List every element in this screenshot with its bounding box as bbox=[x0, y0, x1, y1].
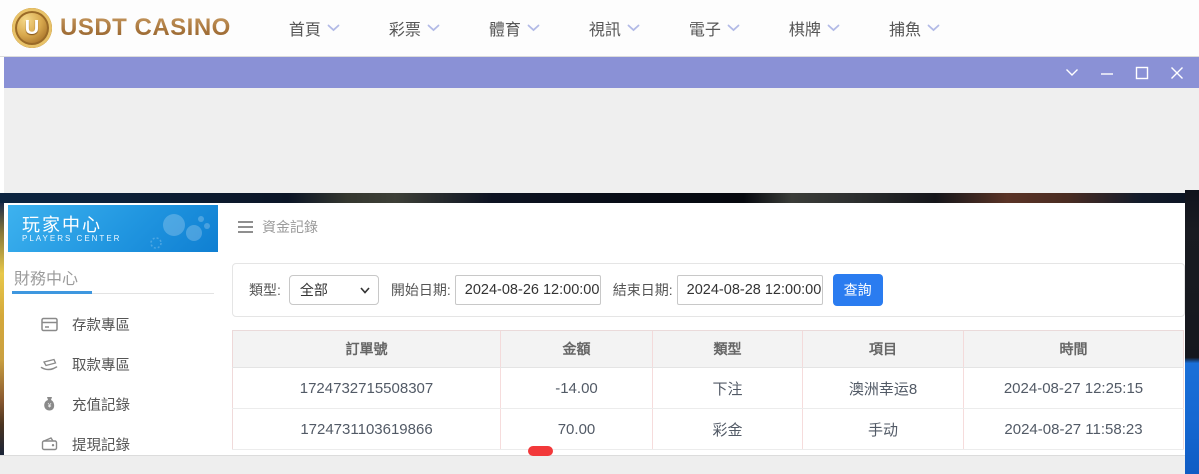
nav-item-label: 棋牌 bbox=[788, 22, 821, 39]
nav-item-live-video[interactable]: 視訊 bbox=[589, 16, 640, 40]
window-maximize-button[interactable] bbox=[1134, 65, 1150, 81]
sidebar-item-withdraw[interactable]: 取款專區 bbox=[4, 344, 218, 384]
table-row: 1724731103619866 70.00 彩金 手动 2024-08-27 … bbox=[232, 408, 1184, 450]
chevron-down-icon bbox=[527, 24, 540, 32]
breadcrumb: 資金記錄 bbox=[238, 217, 318, 237]
window-titlebar[interactable] bbox=[4, 57, 1199, 88]
fund-records-panel: 資金記錄 類型: 全部 開始日期: 2024-08-26 12:00:00 結束… bbox=[218, 203, 1185, 455]
chevron-down-icon bbox=[727, 24, 740, 32]
sidebar-item-label: 提現記錄 bbox=[72, 437, 130, 454]
nav-item-fishing[interactable]: 捕魚 bbox=[889, 16, 940, 40]
close-icon bbox=[1171, 66, 1183, 79]
chevron-down-icon bbox=[827, 24, 840, 32]
logo-text: USDT CASINO bbox=[60, 14, 231, 41]
game-controller-icon bbox=[150, 214, 210, 249]
deposit-card-icon bbox=[40, 317, 58, 332]
search-button[interactable]: 查詢 bbox=[832, 274, 883, 306]
nav-item-label: 視訊 bbox=[588, 22, 621, 39]
bottom-bar bbox=[0, 455, 1185, 474]
sidebar-item-label: 充值記錄 bbox=[72, 397, 130, 414]
nav-item-label: 彩票 bbox=[388, 22, 421, 39]
column-header-time: 時間 bbox=[963, 330, 1184, 368]
nav-item-label: 體育 bbox=[488, 22, 521, 39]
sidebar-item-recharge-records[interactable]: ¥ 充值記錄 bbox=[4, 384, 218, 424]
site-logo[interactable]: U USDT CASINO bbox=[12, 8, 231, 48]
cell-order: 1724731103619866 bbox=[232, 408, 501, 450]
players-center-banner: 玩家中心 PLAYERS CENTER bbox=[8, 205, 218, 252]
table-header-row: 訂單號 金額 類型 項目 時間 bbox=[232, 330, 1184, 368]
background-dark-strip bbox=[0, 193, 1199, 203]
table-row: 1724732715508307 -14.00 下注 澳洲幸运8 2024-08… bbox=[232, 367, 1184, 409]
cell-time: 2024-08-27 11:58:23 bbox=[963, 408, 1184, 450]
background-right-fragment bbox=[1185, 190, 1199, 474]
nav-item-sports[interactable]: 體育 bbox=[489, 16, 540, 40]
logo-coin-icon: U bbox=[12, 8, 52, 48]
chevron-down-icon bbox=[360, 286, 370, 294]
chevron-down-icon bbox=[427, 24, 440, 32]
cell-type: 彩金 bbox=[652, 408, 803, 450]
column-header-item: 項目 bbox=[802, 330, 964, 368]
window-minimize-button[interactable] bbox=[1099, 65, 1115, 81]
window-close-button[interactable] bbox=[1169, 65, 1185, 81]
main-menu: 首頁 彩票 體育 視訊 電子 棋牌 捕魚 bbox=[289, 16, 940, 40]
minimize-icon bbox=[1101, 72, 1113, 75]
nav-item-home[interactable]: 首頁 bbox=[289, 16, 340, 40]
nav-item-label: 捕魚 bbox=[888, 22, 921, 39]
filter-bar: 類型: 全部 開始日期: 2024-08-26 12:00:00 結束日期: 2… bbox=[232, 263, 1185, 317]
sidebar-item-deposit[interactable]: 存款專區 bbox=[4, 304, 218, 344]
cell-amount: 70.00 bbox=[500, 408, 653, 450]
start-date-value: 2024-08-26 12:00:00 bbox=[464, 282, 600, 298]
end-date-label: 結束日期: bbox=[612, 282, 673, 298]
start-date-label: 開始日期: bbox=[390, 282, 451, 298]
click-indicator bbox=[528, 446, 553, 456]
logo-coin-letter: U bbox=[24, 16, 40, 39]
players-center-sidebar: 玩家中心 PLAYERS CENTER 財務中心 存款專區 取款專區 ¥ 充值記… bbox=[4, 203, 218, 455]
menu-hamburger-icon[interactable] bbox=[238, 221, 253, 233]
chevron-down-icon bbox=[327, 24, 340, 32]
column-header-amount: 金額 bbox=[500, 330, 653, 368]
cell-item: 澳洲幸运8 bbox=[802, 367, 964, 409]
start-date-input[interactable]: 2024-08-26 12:00:00 bbox=[454, 275, 601, 305]
end-date-value: 2024-08-28 12:00:00 bbox=[686, 282, 822, 298]
nav-item-slots[interactable]: 電子 bbox=[689, 16, 740, 40]
players-center-subtitle: PLAYERS CENTER bbox=[22, 234, 122, 243]
moneybag-icon: ¥ bbox=[40, 396, 58, 412]
top-navigation: U USDT CASINO 首頁 彩票 體育 視訊 電子 棋牌 捕魚 bbox=[0, 0, 1199, 57]
column-header-order: 訂單號 bbox=[232, 330, 501, 368]
nav-item-lottery[interactable]: 彩票 bbox=[389, 16, 440, 40]
column-header-type: 類型 bbox=[652, 330, 803, 368]
wallet-icon bbox=[40, 437, 58, 451]
type-select-value: 全部 bbox=[299, 282, 328, 298]
fund-records-table: 訂單號 金額 類型 項目 時間 1724732715508307 -14.00 … bbox=[232, 330, 1184, 450]
cell-amount: -14.00 bbox=[500, 367, 653, 409]
window-body-empty bbox=[4, 88, 1199, 193]
cell-order: 1724732715508307 bbox=[232, 367, 501, 409]
nav-item-label: 電子 bbox=[688, 22, 721, 39]
maximize-icon bbox=[1135, 66, 1149, 79]
chevron-down-icon bbox=[927, 24, 940, 32]
cell-time: 2024-08-27 12:25:15 bbox=[963, 367, 1184, 409]
cell-item: 手动 bbox=[802, 408, 964, 450]
finance-center-heading: 財務中心 bbox=[14, 271, 79, 288]
section-divider-accent bbox=[12, 291, 92, 294]
end-date-input[interactable]: 2024-08-28 12:00:00 bbox=[676, 275, 823, 305]
sidebar-item-label: 取款專區 bbox=[72, 357, 130, 374]
type-label: 類型: bbox=[249, 282, 281, 298]
chevron-down-icon bbox=[1066, 69, 1078, 76]
chevron-down-icon bbox=[627, 24, 640, 32]
page-title: 資金記錄 bbox=[262, 219, 318, 235]
cell-type: 下注 bbox=[652, 367, 803, 409]
window-dropdown-button[interactable] bbox=[1064, 65, 1080, 81]
nav-item-board-games[interactable]: 棋牌 bbox=[789, 16, 840, 40]
svg-text:¥: ¥ bbox=[47, 403, 51, 410]
sidebar-item-label: 存款專區 bbox=[72, 317, 130, 334]
type-select[interactable]: 全部 bbox=[288, 275, 379, 305]
withdraw-hand-icon bbox=[40, 357, 58, 371]
nav-item-label: 首頁 bbox=[288, 22, 321, 39]
